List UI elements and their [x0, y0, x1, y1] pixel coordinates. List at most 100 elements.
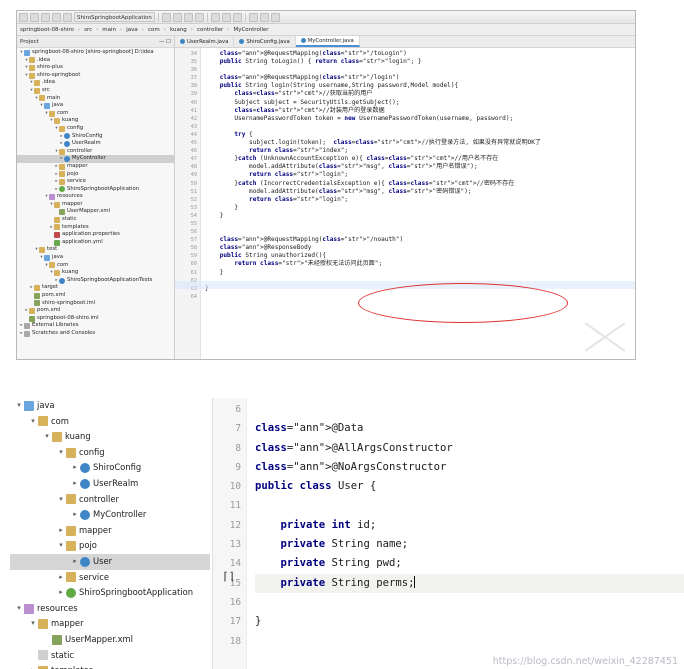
tree-node[interactable]: pom.xml	[17, 292, 174, 300]
tree-node[interactable]: ▸ pojo	[17, 171, 174, 179]
redo-icon[interactable]	[52, 12, 61, 22]
tree-node[interactable]: ▸ target	[17, 284, 174, 292]
tree-node[interactable]: ▾ .idea	[17, 79, 174, 87]
tree-node[interactable]: ▾ springboot-08-shiro [shiro-springboot] …	[17, 49, 174, 57]
tree-node[interactable]: ▾ main	[17, 95, 174, 103]
project-tree[interactable]: ▾ springboot-08-shiro [shiro-springboot] …	[17, 48, 174, 359]
chevron-down-icon[interactable]: ▾	[28, 616, 38, 632]
tree-node[interactable]: ▾ test	[17, 246, 174, 254]
chevron-right-icon[interactable]: ▸	[28, 663, 38, 669]
tree-node[interactable]: ▸ UserRealm	[17, 140, 174, 148]
tree-node[interactable]: ▾ com	[10, 414, 210, 430]
tree-node[interactable]: shiro-springboot.iml	[17, 300, 174, 308]
back-icon[interactable]	[183, 12, 193, 22]
chevron-right-icon[interactable]: ▸	[56, 523, 66, 539]
breadcrumb-item[interactable]: java	[126, 27, 138, 33]
tree-node[interactable]: static	[17, 216, 174, 224]
cut-icon[interactable]	[63, 12, 72, 22]
tree-node[interactable]: ▸ User	[10, 553, 210, 570]
tree-node[interactable]: ▸ ShiroConfig	[10, 460, 210, 476]
tree-node[interactable]: ▸ mapper	[17, 163, 174, 171]
tree-node[interactable]: ▾ resources	[17, 193, 174, 201]
tree-node[interactable]: ▸templates	[10, 663, 210, 669]
tree-node[interactable]: ▾ config	[10, 445, 210, 461]
tree-node[interactable]: application.yml	[17, 239, 174, 247]
run-configuration-selector[interactable]: ShiroSpringbootApplication	[74, 12, 155, 22]
editor-tab-bar[interactable]: UserRealm.java ShiroConfig.java MyControll…	[175, 36, 635, 48]
breadcrumb-item[interactable]: com	[148, 27, 160, 33]
chevron-down-icon[interactable]: ▾	[28, 414, 38, 430]
tree-node[interactable]: ▾ com	[17, 262, 174, 270]
breadcrumb-item[interactable]: MyController	[233, 27, 268, 33]
tree-node[interactable]: ▾ controller	[17, 148, 174, 156]
save-icon[interactable]	[19, 12, 28, 22]
sync-icon[interactable]	[30, 12, 39, 22]
tree-node[interactable]: ▸ Scratches and Consoles	[17, 330, 174, 338]
breadcrumb-item[interactable]: kuang	[170, 27, 187, 33]
editor-tab[interactable]: ShiroConfig.java	[234, 36, 296, 47]
editor-tab[interactable]: UserRealm.java	[175, 36, 235, 47]
chevron-right-icon[interactable]: ▸	[70, 460, 80, 476]
bottom-code-editor[interactable]: 6 7 8 9 10 11 12 13 14 15 16 17 18 class="ann">@Data…	[212, 398, 684, 669]
tree-node[interactable]: ▾ pojo	[10, 538, 210, 554]
chevron-down-icon[interactable]: ▾	[56, 538, 66, 554]
tree-node[interactable]: ▾ mapper	[10, 616, 210, 632]
chevron-right-icon[interactable]: ▸	[56, 585, 66, 601]
project-panel-controls[interactable]: — ☐	[159, 39, 171, 45]
forward-icon[interactable]	[194, 12, 204, 22]
code-editor[interactable]: 34 35 36 37 38 39 40 41 42 43 44 45 46 47 48 49 50 51 52 53…	[175, 48, 635, 359]
settings-icon[interactable]	[270, 12, 280, 22]
breadcrumb-item[interactable]: controller	[197, 27, 223, 33]
tree-node[interactable]: ▸ pom.xml	[17, 307, 174, 315]
tree-node[interactable]: ▾ shiro-springboot	[17, 72, 174, 80]
tree-node[interactable]: ▸ MyController	[10, 507, 210, 523]
search-icon[interactable]	[259, 12, 269, 22]
chevron-right-icon[interactable]: ▸	[56, 570, 66, 586]
tree-node[interactable]: ▸templates	[17, 224, 174, 232]
tree-node[interactable]: static	[10, 648, 210, 664]
tree-node[interactable]: ▾ kuang	[17, 269, 174, 277]
breadcrumb-item[interactable]: src	[84, 27, 92, 33]
chevron-right-icon[interactable]: ▸	[70, 554, 80, 570]
editor-tab[interactable]: MyController.java	[295, 36, 360, 47]
bottom-project-tree[interactable]: ▾ java ▾ com ▾ kuang ▾ config ▸ ShiroConfig ▸ UserR…	[10, 398, 210, 669]
tree-node[interactable]: ▸ ShiroSpringbootApplication	[10, 585, 210, 601]
tree-node[interactable]: ▸ service	[17, 178, 174, 186]
tree-node[interactable]: UserMapper.xml	[17, 208, 174, 216]
tree-node[interactable]: ▸ MyController	[17, 155, 174, 163]
chevron-down-icon[interactable]: ▾	[14, 601, 24, 617]
tree-node[interactable]: ▾ shiro-plus	[17, 64, 174, 72]
tree-node[interactable]: ▾ .idea	[17, 57, 174, 65]
undo-icon[interactable]	[41, 12, 50, 22]
debug-icon[interactable]	[221, 12, 231, 22]
tree-node[interactable]: ▸ ShiroSpringbootApplicationTests	[17, 277, 174, 285]
tree-node[interactable]: ▾ java	[17, 102, 174, 110]
tree-node[interactable]: ▸ service	[10, 570, 210, 586]
tree-node[interactable]: application.properties	[17, 231, 174, 239]
tree-node[interactable]: ▾ resources	[10, 601, 210, 617]
build-icon[interactable]	[248, 12, 258, 22]
chevron-down-icon[interactable]: ▾	[42, 429, 52, 445]
paste-icon[interactable]	[172, 12, 182, 22]
tree-node[interactable]: ▸ ShiroConfig	[17, 133, 174, 141]
stop-icon[interactable]	[232, 12, 242, 22]
tree-node[interactable]: ▸ ShiroSpringbootApplication	[17, 186, 174, 194]
chevron-right-icon[interactable]: ▸	[70, 507, 80, 523]
bottom-code-text[interactable]: class="ann">@Data class="ann">@AllArgsCon…	[247, 398, 684, 669]
chevron-right-icon[interactable]: ▸	[70, 476, 80, 492]
editor-code-text[interactable]: class="ann">@RequestMapping(class="str">…	[201, 48, 635, 359]
tree-node[interactable]: ▾ com	[17, 110, 174, 118]
tree-node[interactable]: ▾ mapper	[17, 201, 174, 209]
tree-node[interactable]: ▾ kuang	[10, 429, 210, 445]
chevron-down-icon[interactable]: ▾	[56, 492, 66, 508]
run-icon[interactable]	[210, 12, 220, 22]
breadcrumb-item[interactable]: main	[102, 27, 116, 33]
tree-node[interactable]: ▾ kuang	[17, 117, 174, 125]
tree-node[interactable]: ▸ mapper	[10, 523, 210, 539]
tree-node[interactable]: UserMapper.xml	[10, 632, 210, 648]
tree-node[interactable]: ▾ config	[17, 125, 174, 133]
chevron-down-icon[interactable]: ▾	[14, 398, 24, 414]
copy-icon[interactable]	[161, 12, 171, 22]
tree-node[interactable]: springboot-08-shiro.iml	[17, 315, 174, 323]
tree-node[interactable]: ▸ External Libraries	[17, 322, 174, 330]
